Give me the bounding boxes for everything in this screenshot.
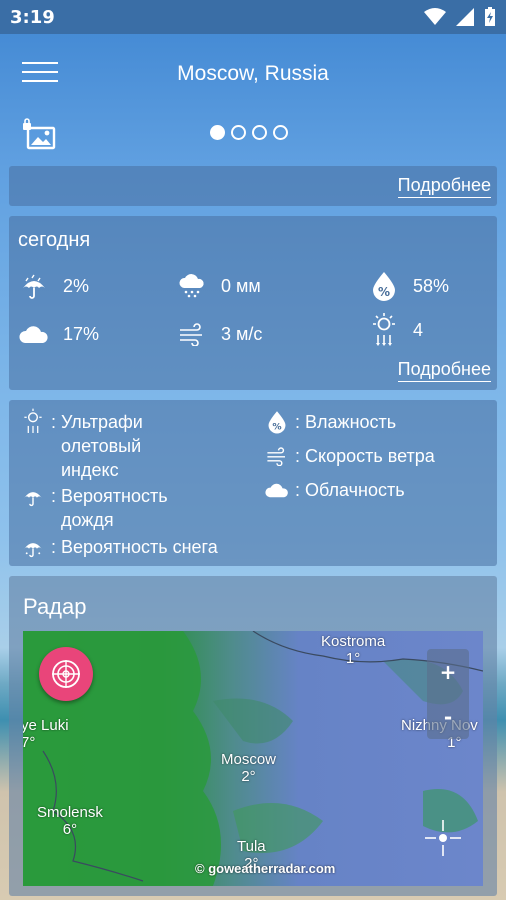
cloud-cover-value: 17% [63, 323, 100, 344]
map-city-velikiye-luki: ye Luki 7° [23, 717, 69, 751]
map-city-moscow: Moscow 2° [221, 751, 277, 785]
wifi-icon [424, 8, 446, 25]
rain-probability: 2% [19, 272, 89, 300]
signal-icon [456, 8, 474, 26]
precipitation: 0 мм [177, 272, 261, 300]
radar-toggle-button[interactable] [39, 647, 93, 701]
umbrella-rain-icon [19, 272, 49, 300]
legend-rain-line1: : Вероятность [51, 486, 168, 506]
wind-speed-value: 3 м/с [221, 323, 263, 344]
legend-uv-line2: олетовый [61, 436, 142, 456]
status-bar: 3:19 [0, 0, 506, 34]
svg-text:%: % [272, 422, 281, 433]
today-details-link[interactable]: Подробнее [397, 359, 491, 382]
cloud-icon [265, 478, 289, 502]
legend-wind-label: : Скорость ветра [295, 446, 435, 466]
details-link[interactable]: Подробнее [397, 175, 491, 198]
legend-clouds: : Облачность [265, 478, 405, 502]
legend-humidity-label: : Влажность [295, 412, 397, 432]
page-dot-1[interactable] [210, 125, 225, 140]
zoom-out-button[interactable]: - [444, 705, 452, 729]
uv-sun-icon [21, 408, 45, 434]
cloud-icon [19, 320, 49, 348]
uv-sun-icon [369, 313, 399, 346]
radar-title: Радар [23, 594, 87, 619]
uv-index: 4 [369, 313, 424, 346]
page-dot-2[interactable] [231, 125, 246, 140]
humidity-drop-icon: % [369, 272, 399, 301]
current-weather-card: Подробнее [9, 166, 497, 206]
map-city-kostroma: Kostroma 1° [321, 633, 386, 667]
system-icons [424, 7, 496, 27]
app-bar: Moscow, Russia [0, 34, 506, 114]
page-dot-4[interactable] [273, 125, 288, 140]
crosshair-icon[interactable] [423, 818, 463, 858]
humidity-value: 58% [413, 275, 450, 296]
battery-icon [485, 7, 495, 26]
precipitation-value: 0 мм [221, 275, 261, 296]
wind-icon [265, 444, 289, 468]
legend-uv-line1: : Ультрафи [51, 412, 143, 432]
legend-wind: : Скорость ветра [265, 444, 435, 468]
radar-map[interactable]: Kostroma1° Nizhny Nov1° ye Luki7° Moscow… [23, 631, 483, 886]
umbrella-rain-icon [21, 484, 45, 508]
legend-uv: : Ультрафи олетовый индекс [21, 408, 143, 482]
legend-snow: : Вероятность снега [21, 535, 218, 559]
humidity-drop-icon: % [265, 410, 289, 434]
cloud-cover: 17% [19, 320, 99, 348]
svg-text:%: % [378, 285, 390, 299]
zoom-in-button[interactable]: + [440, 660, 457, 684]
humidity: % 58% [369, 272, 450, 301]
cloud-rain-icon [177, 272, 207, 300]
uv-index-value: 4 [413, 319, 424, 340]
rain-probability-value: 2% [63, 275, 90, 296]
legend-rain-line2: дождя [61, 510, 114, 530]
page-indicator [210, 125, 288, 140]
menu-icon[interactable] [22, 62, 58, 88]
wind-speed: 3 м/с [177, 320, 262, 348]
legend-card: : Ультрафи олетовый индекс : Вероятность… [9, 400, 497, 566]
page-dot-3[interactable] [252, 125, 267, 140]
today-title: сегодня [18, 229, 91, 251]
today-card: сегодня 2% 0 мм % 58% 17% 3 м/с 4 Подроб… [9, 216, 497, 390]
location-title[interactable]: Moscow, Russia [177, 62, 329, 86]
legend-clouds-label: : Облачность [295, 480, 405, 500]
legend-rain: : Вероятность дождя [21, 484, 168, 532]
map-city-smolensk: Smolensk 6° [37, 804, 103, 838]
legend-humidity: % : Влажность [265, 410, 396, 434]
umbrella-snow-icon [21, 535, 45, 559]
status-time: 3:19 [10, 6, 55, 28]
legend-snow-label: : Вероятность снега [51, 537, 218, 557]
wind-icon [177, 320, 207, 348]
lock-background-icon[interactable] [22, 118, 56, 150]
legend-uv-line3: индекс [61, 460, 119, 480]
map-attribution[interactable]: © goweatherradar.com [195, 861, 335, 876]
radar-card: Радар Kostroma 1° Nizhny 1° ye Luki 7° M… [9, 576, 497, 896]
radar-icon [52, 660, 80, 688]
zoom-controls: + - [427, 649, 469, 739]
